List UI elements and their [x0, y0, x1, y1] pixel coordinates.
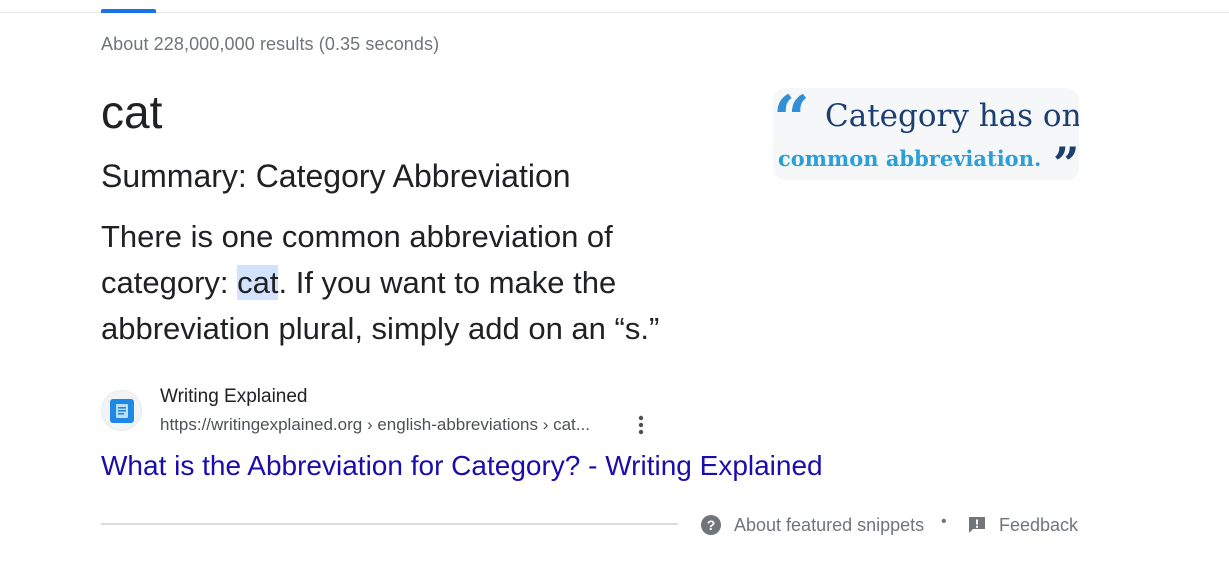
footer-separator: •	[941, 513, 947, 530]
writingexplained-favicon-icon[interactable]	[101, 390, 142, 431]
header-divider	[0, 12, 1229, 13]
feedback-label: Feedback	[999, 514, 1079, 535]
thumbnail-close-quote: ”	[1053, 137, 1079, 180]
featured-answer: cat	[101, 86, 163, 138]
feedback-button[interactable]: Feedback	[967, 512, 1078, 538]
feedback-icon	[969, 517, 985, 533]
active-tab-indicator	[101, 9, 156, 13]
about-featured-snippets-button[interactable]: ? About featured snippets	[700, 512, 924, 538]
featured-snippet-page: About 228,000,000 results (0.35 seconds)…	[0, 0, 1229, 573]
favicon-glyph-icon	[109, 398, 134, 423]
snippet-highlight: cat	[237, 265, 279, 300]
source-site-name[interactable]: Writing Explained	[160, 386, 308, 408]
snippet-thumbnail-image[interactable]: “ Category has one common abbreviation. …	[773, 88, 1079, 180]
svg-text:?: ?	[707, 517, 716, 533]
source-breadcrumb-url[interactable]: https://writingexplained.org › english-a…	[160, 415, 590, 435]
about-featured-snippets-label: About featured snippets	[734, 514, 925, 535]
result-title-link[interactable]: What is the Abbreviation for Category? -…	[101, 450, 823, 482]
thumbnail-line-2: common abbreviation.	[778, 146, 1042, 171]
more-options-icon[interactable]	[630, 413, 652, 437]
thumbnail-line-1: Category has one	[825, 98, 1079, 134]
result-stats: About 228,000,000 results (0.35 seconds)	[101, 34, 440, 54]
snippet-summary: Summary: Category Abbreviation	[101, 158, 571, 194]
help-circle-icon: ?	[701, 515, 721, 535]
footer-divider	[101, 523, 678, 525]
snippet-text: There is one common abbreviation of cate…	[101, 214, 741, 352]
